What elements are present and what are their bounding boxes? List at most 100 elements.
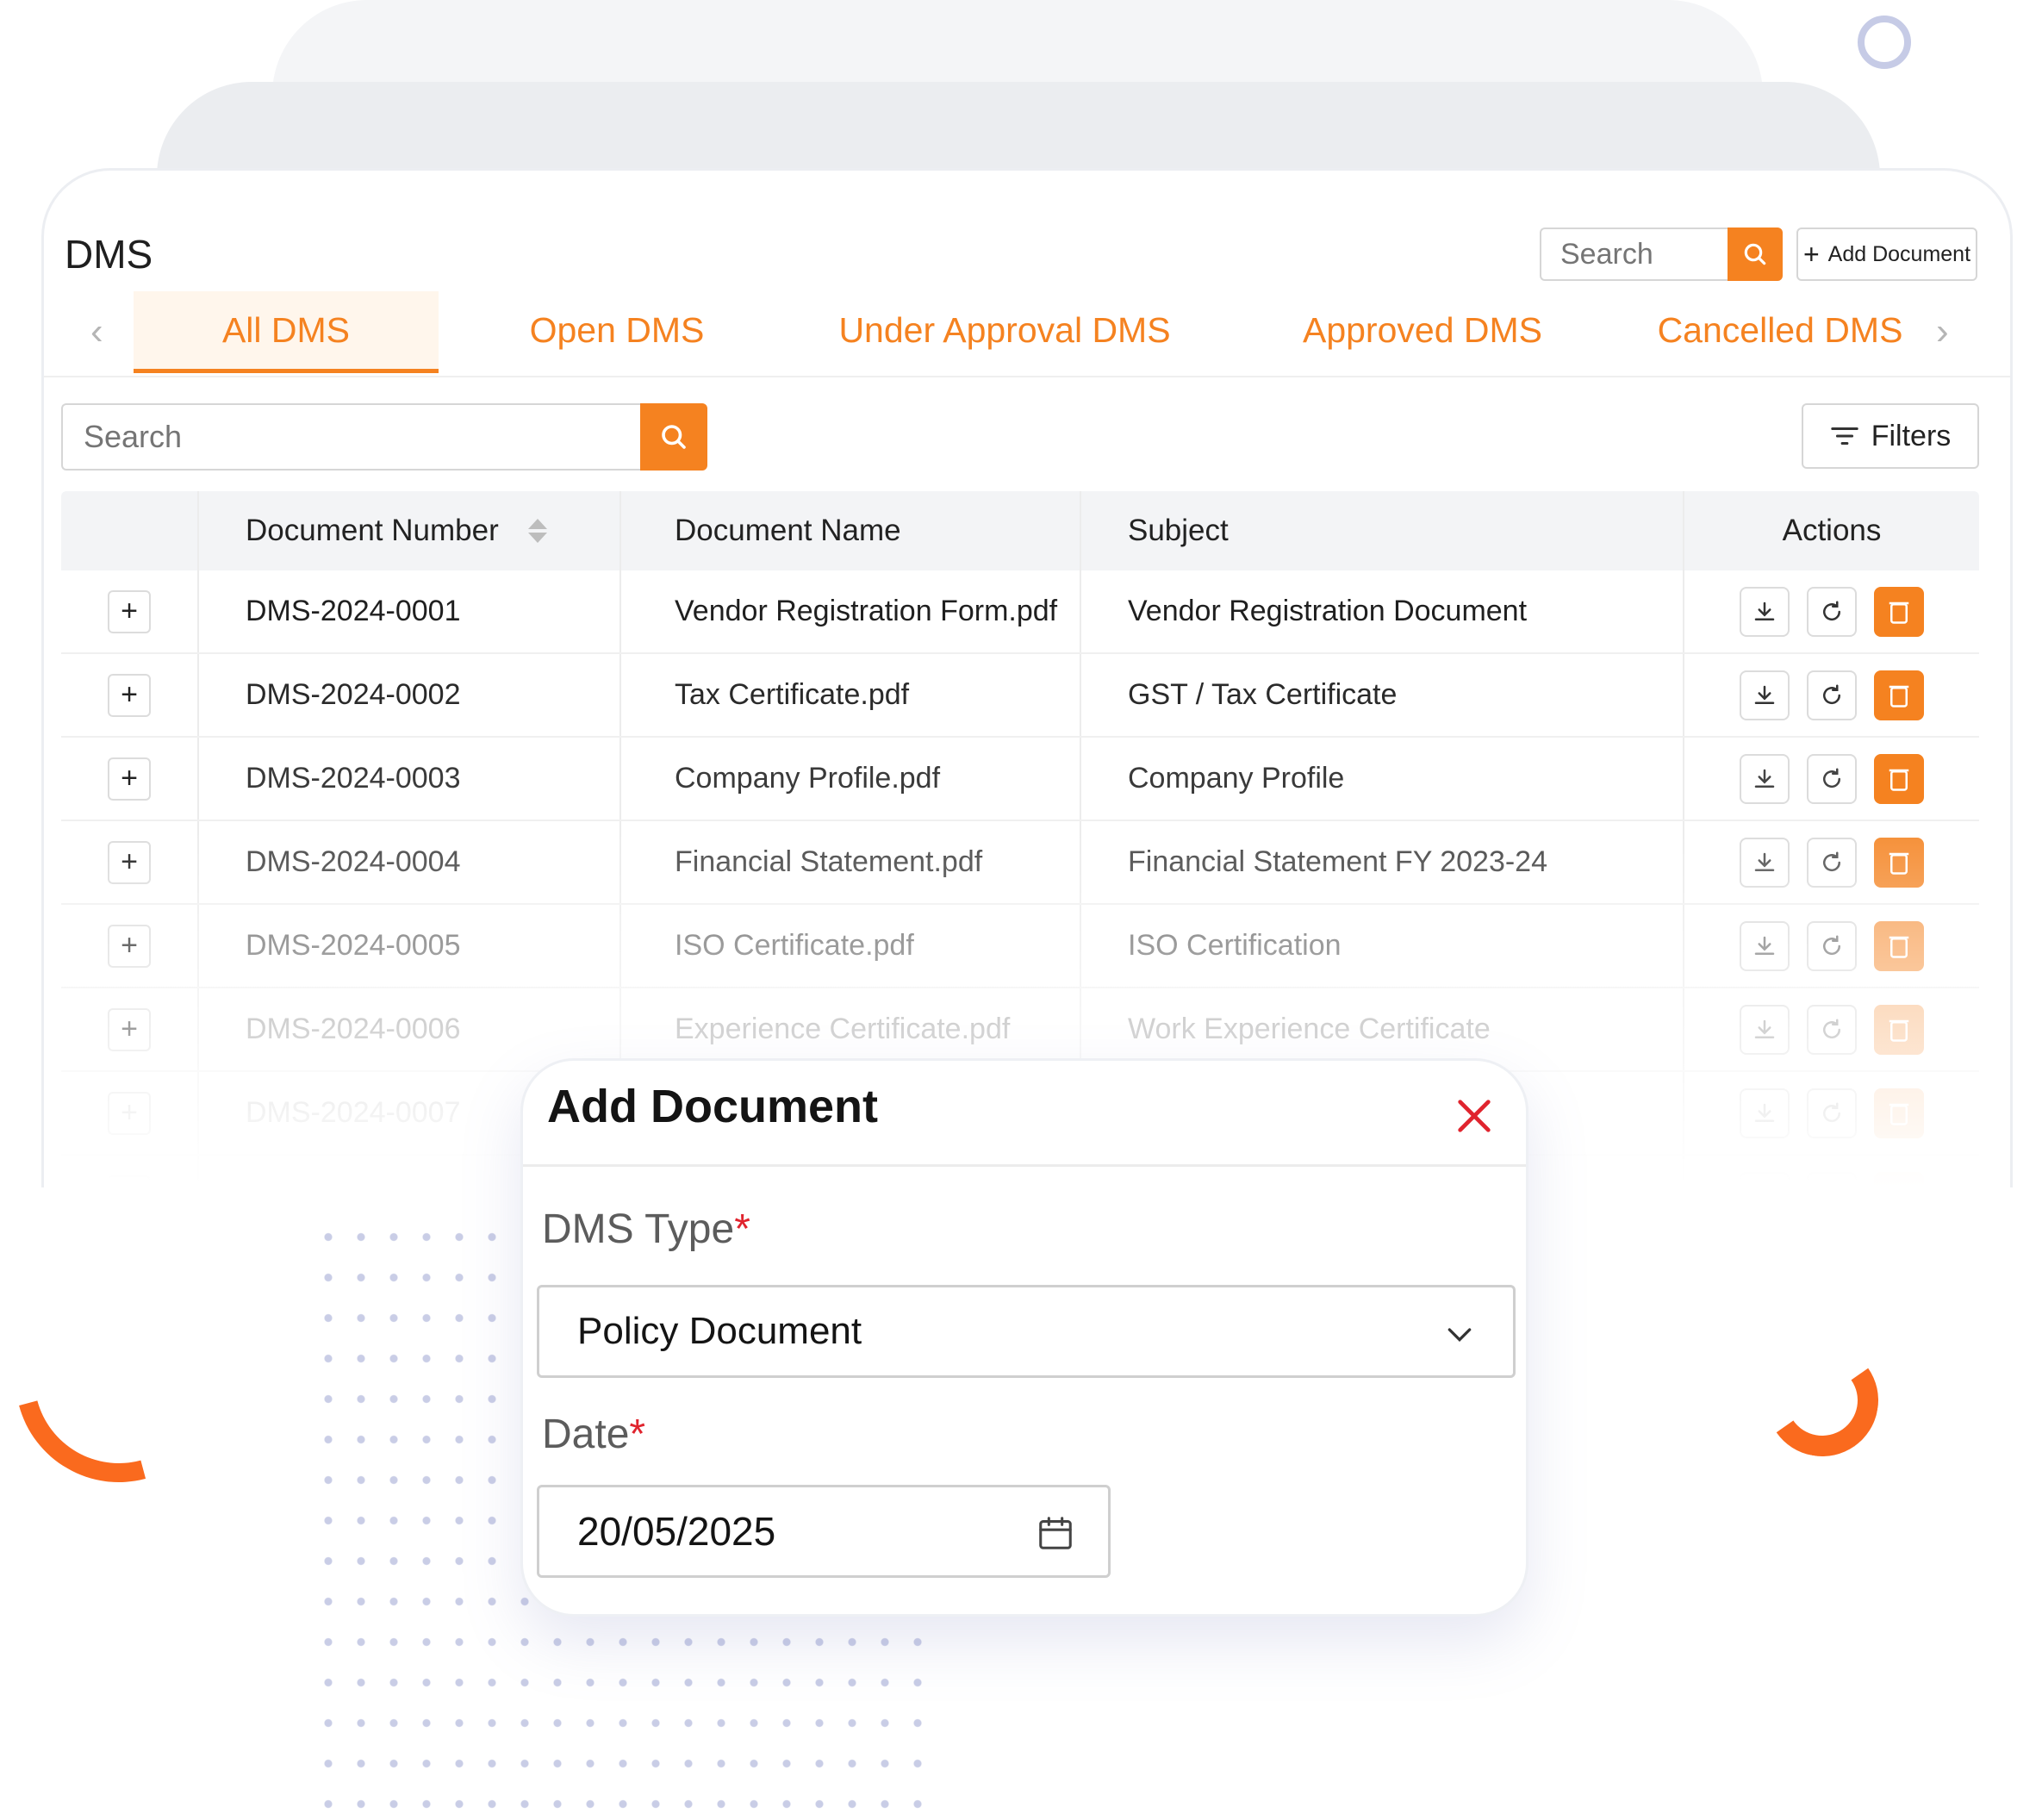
document-name: Tax Certificate.pdf xyxy=(621,654,1081,736)
download-button[interactable] xyxy=(1740,670,1790,720)
tab-approved-dms[interactable]: Approved DMS xyxy=(1267,291,1578,369)
delete-button[interactable] xyxy=(1874,670,1924,720)
delete-button[interactable] xyxy=(1874,586,1924,637)
filters-label: Filters xyxy=(1871,419,1952,452)
document-number: DMS-2024-0003 xyxy=(199,738,621,820)
date-value: 20/05/2025 xyxy=(577,1509,776,1554)
header-search-input[interactable] xyxy=(1540,228,1728,281)
required-mark: * xyxy=(629,1412,646,1457)
refresh-icon xyxy=(1823,1019,1841,1038)
search-icon xyxy=(662,425,686,449)
refresh-button[interactable] xyxy=(1807,586,1857,637)
document-subject: GST / Tax Certificate xyxy=(1081,654,1684,736)
delete-button[interactable] xyxy=(1874,837,1924,888)
refresh-icon xyxy=(1823,1102,1841,1122)
decor-arc-left xyxy=(0,1237,260,1520)
header-search-button[interactable] xyxy=(1728,228,1783,281)
sort-icon[interactable] xyxy=(527,519,547,543)
refresh-button[interactable] xyxy=(1807,920,1857,971)
document-subject: Vendor Registration Document xyxy=(1081,570,1684,652)
dms-tabs: ‹ All DMS Open DMS Under Approval DMS Ap… xyxy=(44,291,2010,377)
download-button[interactable] xyxy=(1740,753,1790,804)
refresh-button[interactable] xyxy=(1807,837,1857,888)
trash-icon xyxy=(1889,936,1909,958)
chevron-down-icon xyxy=(1447,1328,1472,1343)
refresh-icon xyxy=(1823,684,1841,704)
tab-cancelled-dms[interactable]: Cancelled DMS xyxy=(1628,291,1933,369)
delete-button[interactable] xyxy=(1874,1171,1924,1187)
plus-icon: + xyxy=(1802,238,1820,270)
date-input[interactable]: 20/05/2025 xyxy=(537,1485,1111,1578)
header-expand-cell xyxy=(61,491,199,570)
expand-row-button[interactable]: + xyxy=(108,589,151,633)
download-icon xyxy=(1754,601,1775,620)
refresh-button[interactable] xyxy=(1807,1004,1857,1055)
download-icon xyxy=(1754,1019,1775,1038)
download-button[interactable] xyxy=(1740,920,1790,971)
document-subject: Company Profile xyxy=(1081,738,1684,820)
expand-row-button[interactable]: + xyxy=(108,1091,151,1135)
tab-all-dms[interactable]: All DMS xyxy=(134,291,439,373)
table-search-input[interactable] xyxy=(61,403,640,471)
document-name: Vendor Registration Form.pdf xyxy=(621,570,1081,652)
table-search-button[interactable] xyxy=(640,403,707,471)
calendar-icon[interactable] xyxy=(1036,1513,1075,1553)
document-name: Company Profile.pdf xyxy=(621,738,1081,820)
expand-row-button[interactable]: + xyxy=(108,840,151,884)
refresh-button[interactable] xyxy=(1807,1088,1857,1138)
document-number: DMS-2024-0001 xyxy=(199,570,621,652)
trash-icon xyxy=(1889,685,1909,707)
page-title: DMS xyxy=(65,232,153,277)
close-icon xyxy=(1458,1100,1491,1132)
tab-under-approval-dms[interactable]: Under Approval DMS xyxy=(802,291,1207,369)
document-number: DMS-2024-0005 xyxy=(199,905,621,987)
refresh-icon xyxy=(1823,601,1841,620)
dms-type-select[interactable]: Policy Document xyxy=(537,1285,1516,1378)
tab-open-dms[interactable]: Open DMS xyxy=(501,291,733,369)
column-header-subject: Subject xyxy=(1081,491,1684,570)
document-number: DMS-2024-0002 xyxy=(199,654,621,736)
refresh-icon xyxy=(1836,1186,1839,1187)
modal-close-button[interactable] xyxy=(1450,1092,1498,1140)
delete-button[interactable] xyxy=(1874,920,1924,971)
add-document-label: Add Document xyxy=(1827,241,1971,266)
document-number: DMS-2024-0006 xyxy=(199,988,621,1070)
column-header-document-number[interactable]: Document Number xyxy=(199,491,621,570)
search-icon xyxy=(1744,243,1766,265)
expand-row-button[interactable]: + xyxy=(108,1175,151,1187)
download-icon xyxy=(1754,936,1775,955)
delete-button[interactable] xyxy=(1874,1088,1924,1138)
dms-type-value: Policy Document xyxy=(577,1310,862,1352)
table-row: + DMS-2024-0001 Vendor Registration Form… xyxy=(61,570,1979,654)
document-subject: Financial Statement FY 2023-24 xyxy=(1081,821,1684,903)
refresh-button[interactable] xyxy=(1807,670,1857,720)
download-button[interactable] xyxy=(1740,1004,1790,1055)
delete-button[interactable] xyxy=(1874,1004,1924,1055)
decor-ring xyxy=(1858,16,1911,69)
dms-type-label: DMS Type* xyxy=(542,1206,750,1253)
tabs-prev-icon[interactable]: ‹ xyxy=(90,310,103,353)
expand-row-button[interactable]: + xyxy=(108,757,151,801)
download-button[interactable] xyxy=(1740,1171,1790,1187)
download-button[interactable] xyxy=(1740,586,1790,637)
expand-row-button[interactable]: + xyxy=(108,673,151,717)
download-button[interactable] xyxy=(1740,837,1790,888)
date-label: Date* xyxy=(542,1411,645,1458)
expand-row-button[interactable]: + xyxy=(108,924,151,968)
download-icon xyxy=(1754,852,1775,871)
document-name: Financial Statement.pdf xyxy=(621,821,1081,903)
refresh-icon xyxy=(1823,851,1841,871)
add-document-button[interactable]: + Add Document xyxy=(1796,228,1977,281)
refresh-button[interactable] xyxy=(1807,753,1857,804)
document-number: DMS-2024-0004 xyxy=(199,821,621,903)
expand-row-button[interactable]: + xyxy=(108,1007,151,1051)
trash-icon xyxy=(1889,1019,1909,1042)
refresh-button[interactable] xyxy=(1807,1171,1857,1187)
delete-button[interactable] xyxy=(1874,753,1924,804)
filters-button[interactable]: Filters xyxy=(1802,403,1979,469)
refresh-icon xyxy=(1823,935,1841,955)
download-button[interactable] xyxy=(1740,1088,1790,1138)
tabs-next-icon[interactable]: › xyxy=(1936,310,1949,353)
download-icon xyxy=(1754,769,1775,788)
dms-panel: DMS + Add Document ‹ All DMS Open DMS Un… xyxy=(41,168,2013,1187)
